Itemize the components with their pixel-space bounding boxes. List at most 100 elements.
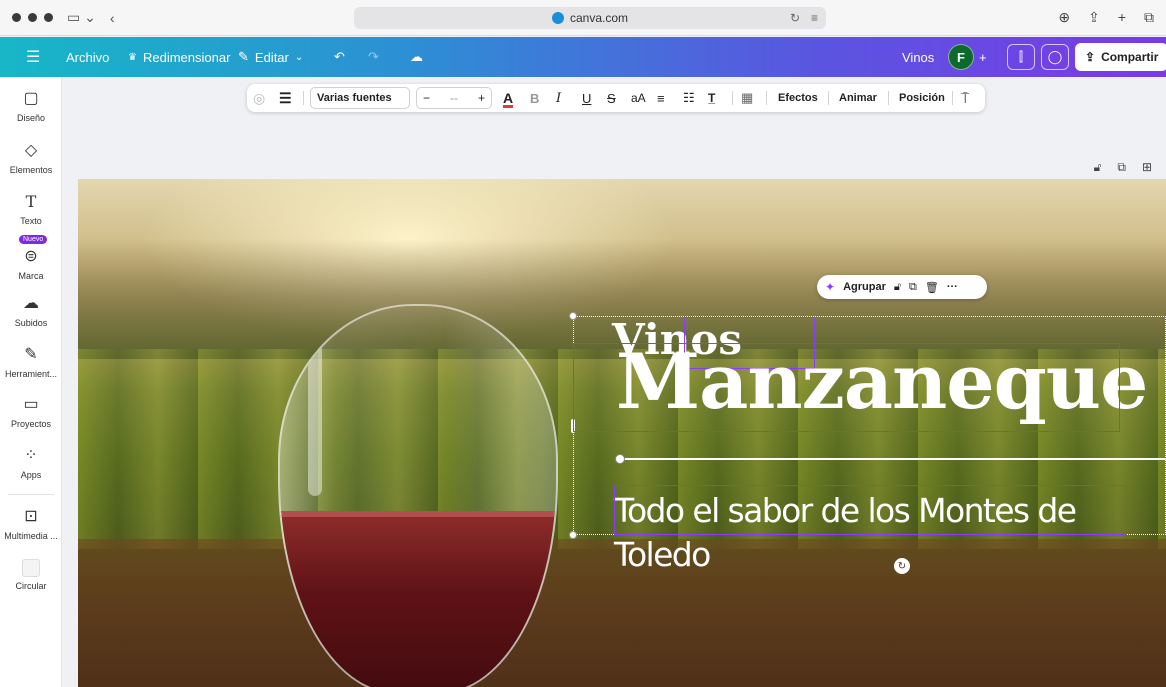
bold-button[interactable]: B [530, 84, 539, 112]
position-button[interactable]: Posición [899, 84, 945, 112]
toolbar-divider [952, 91, 953, 105]
comment-icon: ◯ [1041, 44, 1069, 70]
font-size-box: − -- + [416, 87, 492, 109]
design-icon: ▢ [23, 90, 39, 107]
file-menu-button[interactable]: Archivo [66, 37, 109, 77]
resize-handle-bottom-left[interactable] [569, 531, 577, 539]
back-arrow-icon[interactable]: ‹ [110, 10, 115, 26]
sidebar-item-design[interactable]: ▢ Diseño [0, 89, 62, 123]
toolbar-divider [828, 91, 829, 105]
insights-button[interactable]: ⫿ [1007, 37, 1035, 77]
font-size-stepper[interactable]: − -- + [416, 84, 492, 112]
tabs-overview-icon[interactable]: ⧉ [1144, 9, 1154, 26]
undo-icon: ↶ [334, 49, 345, 64]
add-collaborator-button[interactable]: + [979, 37, 987, 77]
text-color-button[interactable]: A [503, 84, 513, 112]
user-avatar-button[interactable]: F [948, 37, 974, 77]
toolbar-divider [303, 91, 304, 105]
text-spacing-icon[interactable]: T̲ [708, 84, 715, 112]
apps-icon: ⁘ [24, 447, 38, 464]
sidebar-item-uploads[interactable]: ☁ Subidos [0, 294, 62, 328]
edit-mode-button[interactable]: ✎ Editar ⌄ [238, 37, 303, 77]
transparency-icon[interactable]: ▦ [741, 84, 753, 112]
plus-icon: + [979, 49, 987, 65]
selection-context-menu: ✦ Agrupar 🔓︎ ⧉ 🗑︎ ··· [817, 275, 987, 299]
divider-line[interactable] [615, 454, 1166, 464]
share-browser-icon[interactable]: ⇪ [1088, 9, 1100, 26]
glass-highlight [308, 336, 322, 496]
group-button[interactable]: Agrupar [843, 281, 886, 293]
underline-button[interactable]: U [582, 84, 591, 112]
line-spacing-icon[interactable]: ☰ [279, 84, 292, 112]
sidebar-item-tools[interactable]: ✎ Herramient... [0, 345, 62, 379]
wine-glass-image [278, 304, 558, 687]
sidebar-item-elements[interactable]: ◇ Elementos [0, 141, 62, 175]
text-icon: T [25, 192, 37, 211]
lock-page-icon[interactable]: 🔓︎ [1094, 160, 1102, 175]
sidebar-item-label: Proyectos [10, 419, 52, 429]
increase-size-button[interactable]: + [478, 91, 485, 105]
sidebar-item-text[interactable]: T Texto [0, 192, 62, 226]
app-window: ▭ ⌄ ‹ canva.com ↻ ≡ ⊕ ⇪ + ⧉ ☰ Archivo ♛ … [0, 0, 1166, 687]
paint-roller-icon[interactable]: ⍑ [961, 84, 969, 112]
window-controls[interactable] [12, 13, 53, 22]
toolbar-divider [732, 91, 733, 105]
list-icon[interactable]: ☷ [683, 84, 695, 112]
text-format-toolbar: ◎ ☰ Varias fuentes − -- + A B I U S aA ≡… [247, 84, 985, 112]
sidebar-item-apps[interactable]: ⁘ Apps [0, 446, 62, 480]
magic-wand-icon[interactable]: ✦ [825, 280, 835, 294]
strikethrough-button[interactable]: S [607, 84, 616, 112]
sidebar-item-circular[interactable]: Circular [0, 559, 62, 591]
italic-button[interactable]: I [556, 84, 561, 112]
share-button[interactable]: ⇪ Compartir [1075, 37, 1166, 77]
color-ring-icon[interactable]: ◎ [253, 84, 265, 112]
document-title[interactable]: Vinos [902, 37, 934, 77]
decrease-size-button[interactable]: − [423, 91, 430, 105]
new-badge: Nuevo [19, 235, 48, 244]
avatar: F [948, 44, 974, 70]
cloud-save-button[interactable]: ☁ [410, 37, 423, 77]
add-page-icon[interactable]: ⊞ [1142, 160, 1152, 175]
address-bar[interactable]: canva.com ↻ ≡ [354, 7, 826, 29]
resize-button[interactable]: ♛ Redimensionar [128, 37, 230, 77]
comments-button[interactable]: ◯ [1041, 37, 1069, 77]
sidebar-toggle-icon[interactable]: ▭ ⌄ [67, 9, 96, 26]
trash-icon[interactable]: 🗑︎ [925, 281, 939, 294]
sidebar-item-projects[interactable]: ▭ Proyectos [0, 395, 62, 429]
reload-icon[interactable]: ↻ [790, 11, 800, 25]
font-family-value: Varias fuentes [310, 87, 410, 109]
duplicate-icon[interactable]: ⧉ [909, 281, 917, 294]
crown-icon: ♛ [128, 51, 137, 63]
close-window-button[interactable] [12, 13, 21, 22]
zoom-window-button[interactable] [44, 13, 53, 22]
more-options-icon[interactable]: ··· [947, 281, 958, 293]
sidebar-item-media[interactable]: ⊡ Multimedia ... [0, 507, 62, 541]
sidebar-item-brand[interactable]: ⊜ Marca [0, 247, 62, 281]
editor-sidebar: ▢ Diseño ◇ Elementos T Texto Nuevo ⊜ Mar… [0, 77, 62, 687]
undo-button[interactable]: ↶ [334, 37, 345, 77]
sidebar-item-label: Diseño [16, 113, 45, 123]
resize-handle-top-left[interactable] [569, 312, 577, 320]
new-tab-icon[interactable]: + [1118, 9, 1126, 26]
page-tools: 🔓︎ ⧉ ⊞ [1094, 160, 1152, 175]
download-icon[interactable]: ⊕ [1058, 9, 1070, 26]
redo-icon: ↷ [368, 49, 379, 64]
redo-button[interactable]: ↷ [368, 37, 379, 77]
sidebar-item-label: Circular [15, 581, 47, 591]
rotate-handle-icon[interactable]: ↻ [894, 558, 910, 574]
sidebar-item-label: Elementos [9, 165, 53, 175]
font-family-select[interactable]: Varias fuentes [310, 84, 410, 112]
align-center-icon[interactable]: ≡ [657, 84, 665, 112]
minimize-window-button[interactable] [28, 13, 37, 22]
letter-case-button[interactable]: aA [631, 84, 646, 112]
elements-icon: ◇ [24, 142, 38, 159]
effects-button[interactable]: Efectos [778, 84, 818, 112]
duplicate-page-icon[interactable]: ⧉ [1117, 160, 1126, 175]
sidebar-item-label: Subidos [14, 318, 48, 328]
reader-icon[interactable]: ≡ [811, 11, 818, 25]
chart-icon: ⫿ [1007, 44, 1035, 70]
main-menu-button[interactable]: ☰ [26, 37, 40, 77]
animate-button[interactable]: Animar [839, 84, 877, 112]
lock-icon[interactable]: 🔓︎ [894, 281, 901, 294]
upload-icon: ☁ [23, 295, 39, 312]
